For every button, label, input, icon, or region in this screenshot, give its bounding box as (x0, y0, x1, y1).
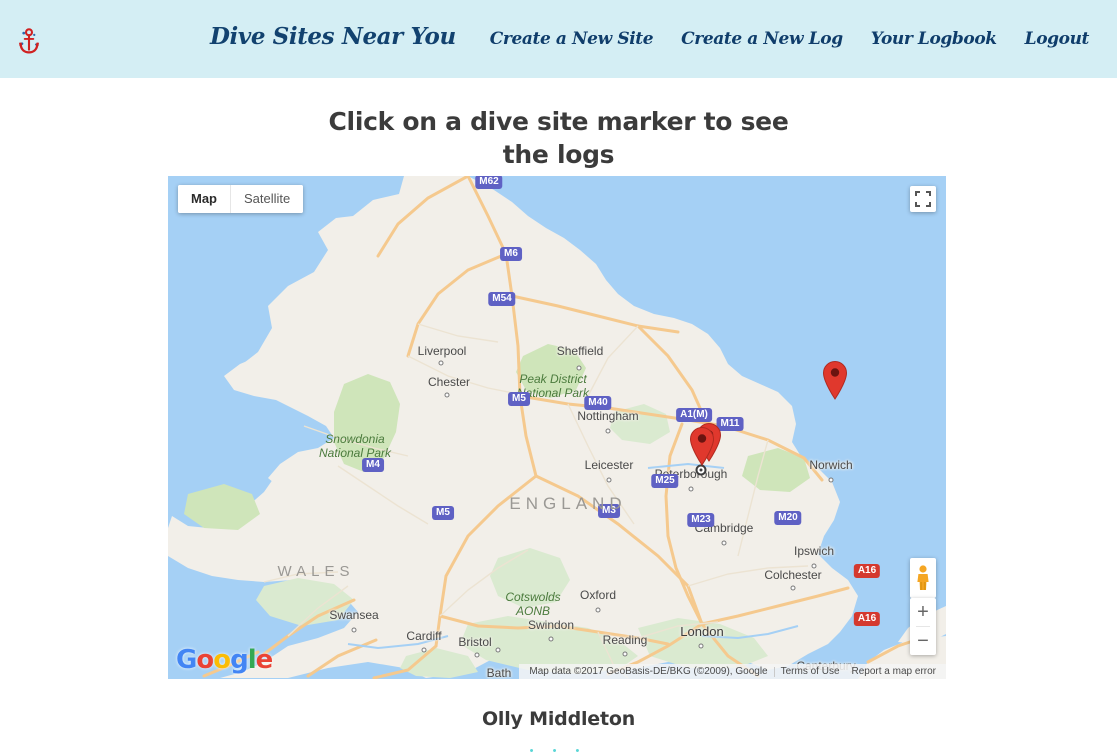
google-logo-letter-o2: o (213, 645, 231, 675)
road-shield: M40 (584, 396, 612, 410)
city-dot (438, 360, 444, 366)
city-label: Colchester (764, 568, 822, 582)
region-label-wales: WALES (277, 563, 355, 580)
city-label: Sheffield (556, 344, 604, 358)
footer-social-icons[interactable]: • • • (0, 745, 1117, 753)
street-view-pegman-icon (917, 565, 929, 590)
map-type-control[interactable]: Map Satellite (178, 185, 304, 213)
fullscreen-icon (915, 191, 931, 207)
google-logo-letter-o1: o (196, 645, 214, 675)
road-shield: M25 (651, 474, 679, 488)
zoom-control[interactable]: + − (910, 598, 936, 655)
city-dot (606, 477, 612, 483)
city-dot (605, 428, 611, 434)
fullscreen-button[interactable] (910, 186, 936, 212)
city-label: Bristol (458, 635, 492, 649)
nav-link-your-logbook[interactable]: Your Logbook (857, 24, 1011, 54)
city-dot (595, 607, 601, 613)
city-label: Cardiff (406, 629, 442, 643)
city-dot (576, 365, 582, 371)
attribution-terms-of-use-link[interactable]: Terms of Use (775, 664, 846, 679)
road-shield: A1(M) (676, 408, 712, 422)
road-shield: M4 (362, 458, 384, 472)
map-attribution: Map data ©2017 GeoBasis-DE/BKG (©2009), … (519, 664, 946, 679)
city-dot (421, 647, 427, 653)
street-view-control[interactable] (910, 558, 936, 598)
road-shield: M20 (774, 511, 802, 525)
road-shield: A16 (853, 564, 881, 578)
google-logo-letter-g2: g (230, 645, 249, 675)
anchor-logo[interactable] (14, 25, 44, 57)
city-dot (828, 477, 834, 483)
road-shield: A16 (853, 612, 881, 626)
google-logo: Google (176, 645, 274, 675)
road-shield: M6 (500, 247, 522, 261)
city-label: Swindon (527, 618, 575, 632)
city-label: Liverpool (417, 344, 467, 358)
map-canvas[interactable]: Liverpool Sheffield Chester Nottingham Leice… (168, 176, 946, 679)
zoom-out-button[interactable]: − (910, 627, 936, 655)
city-dot (688, 486, 694, 492)
road-shield: M62 (475, 176, 503, 189)
map-pin-icon (822, 360, 848, 400)
city-label: Ipswich (793, 544, 835, 558)
city-dot (721, 540, 727, 546)
city-dot (351, 627, 357, 633)
google-logo-letter-l: l (247, 645, 257, 675)
city-dot (622, 651, 628, 657)
dive-site-marker-essex[interactable] (822, 360, 848, 400)
road-shield: M23 (687, 513, 715, 527)
city-dot (474, 652, 480, 658)
zoom-in-button[interactable]: + (910, 598, 936, 626)
city-label: Oxford (579, 588, 617, 602)
city-label: Swansea (329, 608, 379, 622)
road-shield: M54 (488, 292, 516, 306)
capital-city-dot-london (695, 464, 707, 476)
site-header: Dive Sites Near You Create a New Site Cr… (0, 0, 1117, 78)
city-dot (698, 643, 704, 649)
road-shield: M5 (508, 392, 530, 406)
city-dot (495, 647, 501, 653)
main-navigation: Dive Sites Near You Create a New Site Cr… (196, 22, 1103, 54)
city-label: Reading (602, 633, 648, 647)
map-pin-icon (689, 426, 715, 466)
page-title: Click on a dive site marker to see the l… (0, 105, 1117, 171)
google-logo-letter-e: e (255, 645, 274, 675)
dive-site-marker-london-b[interactable] (689, 426, 715, 466)
nav-link-create-a-new-log[interactable]: Create a New Log (667, 24, 857, 54)
map-type-button-satellite[interactable]: Satellite (230, 185, 304, 213)
nav-link-dive-sites-near-you[interactable]: Dive Sites Near You (196, 22, 476, 52)
google-logo-letter-g: G (176, 645, 197, 675)
park-label: Snowdonia National Park (318, 432, 392, 460)
city-label: Leicester (584, 458, 634, 472)
city-label: Bath (486, 666, 512, 679)
attribution-map-data: Map data ©2017 GeoBasis-DE/BKG (©2009), … (529, 666, 768, 677)
city-label: London (680, 624, 724, 639)
park-label: Cotswolds AONB (505, 590, 561, 618)
city-label: Norwich (809, 458, 853, 472)
city-label: Chester (427, 375, 471, 389)
anchor-icon (18, 28, 40, 54)
attribution-report-error-link[interactable]: Report a map error (846, 664, 942, 679)
nav-link-logout[interactable]: Logout (1011, 24, 1103, 54)
country-label-england: ENGLAND (509, 494, 627, 513)
map-type-button-map[interactable]: Map (178, 185, 230, 213)
city-dot (548, 636, 554, 642)
dive-sites-map[interactable]: Liverpool Sheffield Chester Nottingham Leice… (168, 176, 946, 679)
page-title-text: Click on a dive site marker to see the l… (328, 106, 789, 169)
road-shield: M5 (432, 506, 454, 520)
city-dot (790, 585, 796, 591)
city-label: Nottingham (577, 409, 639, 423)
nav-link-create-a-new-site[interactable]: Create a New Site (476, 24, 667, 54)
footer-author-name: Olly Middleton (481, 708, 636, 730)
city-dot (444, 392, 450, 398)
